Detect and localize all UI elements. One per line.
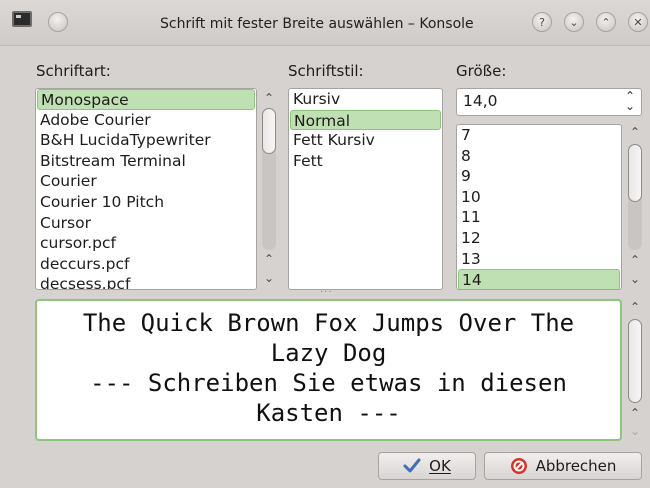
font-family-item[interactable]: Monospace (37, 89, 255, 110)
scroll-down-icon[interactable]: ⌄ (624, 271, 646, 287)
font-family-item[interactable]: Bitstream Terminal (36, 151, 256, 172)
font-size-item[interactable]: 12 (457, 228, 621, 249)
minimize-icon[interactable]: ⌄ (564, 12, 584, 32)
scroll-up-icon[interactable]: ⌃ (624, 405, 646, 421)
ok-label: OK (429, 457, 451, 475)
font-family-item[interactable]: cursor.pcf (36, 233, 256, 254)
font-size-item[interactable]: 8 (457, 146, 621, 167)
font-family-item[interactable]: Courier 10 Pitch (36, 192, 256, 213)
font-family-item[interactable]: decsess.pcf (36, 274, 256, 289)
scroll-handle[interactable] (628, 319, 642, 403)
spin-arrows-icon[interactable]: ⌃ ⌄ (625, 90, 635, 112)
font-size-value: 14,0 (463, 92, 498, 110)
preview-line-1: The Quick Brown Fox Jumps Over The (82, 309, 575, 337)
font-size-item[interactable]: 10 (457, 187, 621, 208)
window-title: Schrift mit fester Breite auswählen – Ko… (160, 16, 474, 32)
font-family-list[interactable]: Monospace Adobe Courier B&H LucidaTypewrit… (35, 88, 257, 290)
font-family-item[interactable]: B&H LucidaTypewriter (36, 130, 256, 151)
preview-line-2: Lazy Dog (270, 339, 387, 367)
font-size-item[interactable]: 7 (457, 125, 621, 146)
font-family-scrollbar[interactable]: ⌃ ⌃ ⌄ (258, 88, 280, 290)
scroll-down-icon[interactable]: ⌄ (624, 423, 646, 439)
splitter-handle[interactable]: ··· (320, 287, 333, 298)
font-style-item[interactable]: Fett (289, 151, 442, 172)
font-size-item[interactable]: 13 (457, 249, 621, 270)
font-size-scrollbar[interactable]: ⌃ ⌃ ⌄ (624, 124, 646, 290)
preview-line-4: Kasten --- (256, 399, 401, 427)
font-size-combo[interactable]: 14,0 ⌃ ⌄ (456, 88, 642, 116)
window-menu-icon[interactable] (48, 12, 68, 32)
scroll-up-icon[interactable]: ⌃ (258, 251, 280, 267)
font-family-item[interactable]: Adobe Courier (36, 110, 256, 131)
preview-scrollbar[interactable]: ⌃ ⌃ ⌄ (624, 299, 646, 441)
preview-line-3: --- Schreiben Sie etwas in diesen (90, 369, 567, 397)
konsole-app-icon[interactable] (12, 11, 32, 27)
scroll-up-icon[interactable]: ⌃ (624, 124, 646, 140)
maximize-icon[interactable]: ⌃ (596, 12, 616, 32)
help-icon[interactable]: ? (532, 12, 552, 32)
font-style-item[interactable]: Fett Kursiv (289, 130, 442, 151)
font-size-item[interactable]: 9 (457, 166, 621, 187)
checkmark-icon (403, 457, 421, 475)
font-size-item[interactable]: 14 (458, 269, 620, 289)
font-family-label: Schriftart: (36, 62, 111, 80)
cancel-label: Abbrechen (535, 457, 617, 475)
scroll-down-icon[interactable]: ⌄ (258, 270, 280, 286)
scroll-up-icon[interactable]: ⌃ (258, 90, 280, 106)
font-style-item[interactable]: Kursiv (289, 89, 442, 110)
ok-button[interactable]: OK (378, 452, 476, 480)
font-style-item[interactable]: Normal (290, 109, 441, 131)
cancel-button[interactable]: Abbrechen (484, 452, 642, 480)
font-family-item[interactable]: Courier (36, 171, 256, 192)
font-style-label: Schriftstil: (288, 62, 364, 80)
font-size-label: Größe: (456, 62, 507, 80)
font-size-item[interactable]: 11 (457, 207, 621, 228)
scroll-handle[interactable] (628, 144, 642, 202)
scroll-up-icon[interactable]: ⌃ (624, 252, 646, 268)
font-family-item[interactable]: Cursor (36, 213, 256, 234)
scroll-up-icon[interactable]: ⌃ (624, 299, 646, 315)
preview-text-box[interactable]: The Quick Brown Fox Jumps Over The Lazy … (35, 299, 622, 441)
font-style-list[interactable]: Kursiv Normal Fett Kursiv Fett (288, 88, 443, 290)
close-icon[interactable]: ✕ (628, 12, 648, 32)
font-family-item[interactable]: deccurs.pcf (36, 254, 256, 275)
font-size-list[interactable]: 7 8 9 10 11 12 13 14 (456, 124, 622, 290)
cancel-icon (510, 457, 528, 475)
title-bar[interactable]: Schrift mit fester Breite auswählen – Ko… (0, 0, 650, 46)
scroll-handle[interactable] (262, 108, 276, 154)
